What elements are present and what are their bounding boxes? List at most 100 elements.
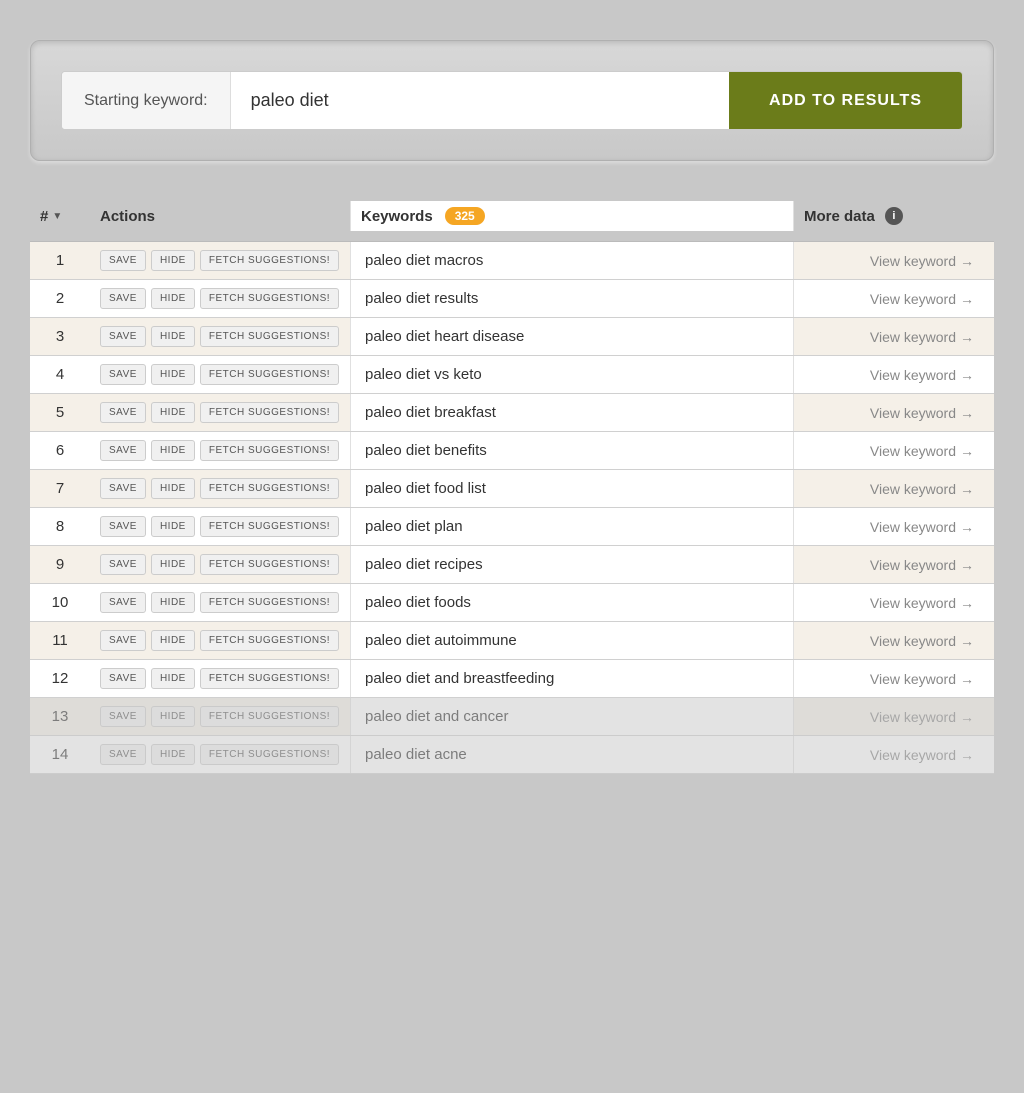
add-to-results-button[interactable]: ADD TO RESULTS bbox=[729, 72, 962, 129]
hide-button[interactable]: HIDE bbox=[151, 364, 195, 385]
fetch-suggestions--button[interactable]: FETCH SUGGESTIONS! bbox=[200, 326, 339, 347]
row-more-data[interactable]: View keyword → bbox=[794, 243, 994, 279]
fetch-suggestions--button[interactable]: FETCH SUGGESTIONS! bbox=[200, 478, 339, 499]
hide-button[interactable]: HIDE bbox=[151, 592, 195, 613]
hide-button[interactable]: HIDE bbox=[151, 440, 195, 461]
row-more-data[interactable]: View keyword → bbox=[794, 319, 994, 355]
view-keyword-link[interactable]: View keyword → bbox=[804, 671, 974, 687]
hide-button[interactable]: HIDE bbox=[151, 554, 195, 575]
arrow-right-icon: → bbox=[960, 481, 974, 497]
row-more-data[interactable]: View keyword → bbox=[794, 357, 994, 393]
row-actions: SAVEHIDEFETCH SUGGESTIONS! bbox=[90, 432, 350, 469]
fetch-suggestions--button[interactable]: FETCH SUGGESTIONS! bbox=[200, 744, 339, 765]
view-keyword-link[interactable]: View keyword → bbox=[804, 709, 974, 725]
row-number: 1 bbox=[30, 242, 90, 279]
save-button[interactable]: SAVE bbox=[100, 744, 146, 765]
hide-button[interactable]: HIDE bbox=[151, 402, 195, 423]
row-number: 2 bbox=[30, 280, 90, 317]
table-row: 13 SAVEHIDEFETCH SUGGESTIONS! paleo diet a… bbox=[30, 698, 994, 736]
row-more-data[interactable]: View keyword → bbox=[794, 433, 994, 469]
row-number: 5 bbox=[30, 394, 90, 431]
save-button[interactable]: SAVE bbox=[100, 592, 146, 613]
table-row: 5SAVEHIDEFETCH SUGGESTIONS!paleo diet br… bbox=[30, 394, 994, 432]
view-keyword-link[interactable]: View keyword → bbox=[804, 557, 974, 573]
fetch-suggestions--button[interactable]: FETCH SUGGESTIONS! bbox=[200, 250, 339, 271]
keyword-input[interactable] bbox=[231, 72, 729, 129]
arrow-right-icon: → bbox=[960, 253, 974, 269]
hide-button[interactable]: HIDE bbox=[151, 478, 195, 499]
view-keyword-link[interactable]: View keyword → bbox=[804, 329, 974, 345]
row-more-data[interactable]: View keyword → bbox=[794, 395, 994, 431]
row-number: 12 bbox=[30, 660, 90, 697]
row-more-data[interactable]: View keyword → bbox=[794, 699, 994, 735]
view-keyword-label: View keyword bbox=[870, 405, 956, 421]
hide-button[interactable]: HIDE bbox=[151, 516, 195, 537]
row-more-data[interactable]: View keyword → bbox=[794, 585, 994, 621]
row-more-data[interactable]: View keyword → bbox=[794, 737, 994, 773]
fetch-suggestions--button[interactable]: FETCH SUGGESTIONS! bbox=[200, 554, 339, 575]
row-keyword: paleo diet results bbox=[350, 280, 794, 317]
view-keyword-link[interactable]: View keyword → bbox=[804, 595, 974, 611]
fetch-suggestions--button[interactable]: FETCH SUGGESTIONS! bbox=[200, 706, 339, 727]
table-row: 12SAVEHIDEFETCH SUGGESTIONS!paleo diet a… bbox=[30, 660, 994, 698]
save-button[interactable]: SAVE bbox=[100, 250, 146, 271]
hide-button[interactable]: HIDE bbox=[151, 668, 195, 689]
save-button[interactable]: SAVE bbox=[100, 668, 146, 689]
table-row: 1SAVEHIDEFETCH SUGGESTIONS!paleo diet ma… bbox=[30, 242, 994, 280]
fetch-suggestions--button[interactable]: FETCH SUGGESTIONS! bbox=[200, 630, 339, 651]
row-actions: SAVEHIDEFETCH SUGGESTIONS! bbox=[90, 394, 350, 431]
save-button[interactable]: SAVE bbox=[100, 402, 146, 423]
search-panel: Starting keyword: ADD TO RESULTS bbox=[30, 40, 994, 161]
row-actions: SAVEHIDEFETCH SUGGESTIONS! bbox=[90, 584, 350, 621]
sort-arrow-icon[interactable]: ▼ bbox=[52, 211, 62, 222]
view-keyword-link[interactable]: View keyword → bbox=[804, 519, 974, 535]
row-more-data[interactable]: View keyword → bbox=[794, 661, 994, 697]
row-number: 13 bbox=[30, 698, 90, 735]
fetch-suggestions--button[interactable]: FETCH SUGGESTIONS! bbox=[200, 516, 339, 537]
row-more-data[interactable]: View keyword → bbox=[794, 623, 994, 659]
fetch-suggestions--button[interactable]: FETCH SUGGESTIONS! bbox=[200, 288, 339, 309]
fetch-suggestions--button[interactable]: FETCH SUGGESTIONS! bbox=[200, 402, 339, 423]
fetch-suggestions--button[interactable]: FETCH SUGGESTIONS! bbox=[200, 364, 339, 385]
view-keyword-link[interactable]: View keyword → bbox=[804, 291, 974, 307]
view-keyword-label: View keyword bbox=[870, 557, 956, 573]
view-keyword-link[interactable]: View keyword → bbox=[804, 443, 974, 459]
save-button[interactable]: SAVE bbox=[100, 326, 146, 347]
fetch-suggestions--button[interactable]: FETCH SUGGESTIONS! bbox=[200, 592, 339, 613]
row-more-data[interactable]: View keyword → bbox=[794, 509, 994, 545]
view-keyword-link[interactable]: View keyword → bbox=[804, 253, 974, 269]
view-keyword-link[interactable]: View keyword → bbox=[804, 367, 974, 383]
save-button[interactable]: SAVE bbox=[100, 706, 146, 727]
hide-button[interactable]: HIDE bbox=[151, 744, 195, 765]
arrow-right-icon: → bbox=[960, 519, 974, 535]
fetch-suggestions--button[interactable]: FETCH SUGGESTIONS! bbox=[200, 440, 339, 461]
save-button[interactable]: SAVE bbox=[100, 440, 146, 461]
view-keyword-label: View keyword bbox=[870, 367, 956, 383]
save-button[interactable]: SAVE bbox=[100, 630, 146, 651]
row-more-data[interactable]: View keyword → bbox=[794, 281, 994, 317]
info-icon[interactable]: i bbox=[885, 207, 903, 225]
hide-button[interactable]: HIDE bbox=[151, 288, 195, 309]
view-keyword-link[interactable]: View keyword → bbox=[804, 405, 974, 421]
view-keyword-link[interactable]: View keyword → bbox=[804, 481, 974, 497]
save-button[interactable]: SAVE bbox=[100, 288, 146, 309]
save-button[interactable]: SAVE bbox=[100, 516, 146, 537]
col-header-num: # ▼ bbox=[30, 201, 90, 231]
fetch-suggestions--button[interactable]: FETCH SUGGESTIONS! bbox=[200, 668, 339, 689]
view-keyword-link[interactable]: View keyword → bbox=[804, 633, 974, 649]
hide-button[interactable]: HIDE bbox=[151, 326, 195, 347]
save-button[interactable]: SAVE bbox=[100, 554, 146, 575]
hide-button[interactable]: HIDE bbox=[151, 630, 195, 651]
save-button[interactable]: SAVE bbox=[100, 364, 146, 385]
hide-button[interactable]: HIDE bbox=[151, 250, 195, 271]
view-keyword-link[interactable]: View keyword → bbox=[804, 747, 974, 763]
table-row: 11SAVEHIDEFETCH SUGGESTIONS!paleo diet a… bbox=[30, 622, 994, 660]
hide-button[interactable]: HIDE bbox=[151, 706, 195, 727]
row-keyword: paleo diet and cancer bbox=[350, 698, 794, 735]
view-keyword-label: View keyword bbox=[870, 671, 956, 687]
row-more-data[interactable]: View keyword → bbox=[794, 547, 994, 583]
row-keyword: paleo diet plan bbox=[350, 508, 794, 545]
view-keyword-label: View keyword bbox=[870, 747, 956, 763]
save-button[interactable]: SAVE bbox=[100, 478, 146, 499]
row-more-data[interactable]: View keyword → bbox=[794, 471, 994, 507]
